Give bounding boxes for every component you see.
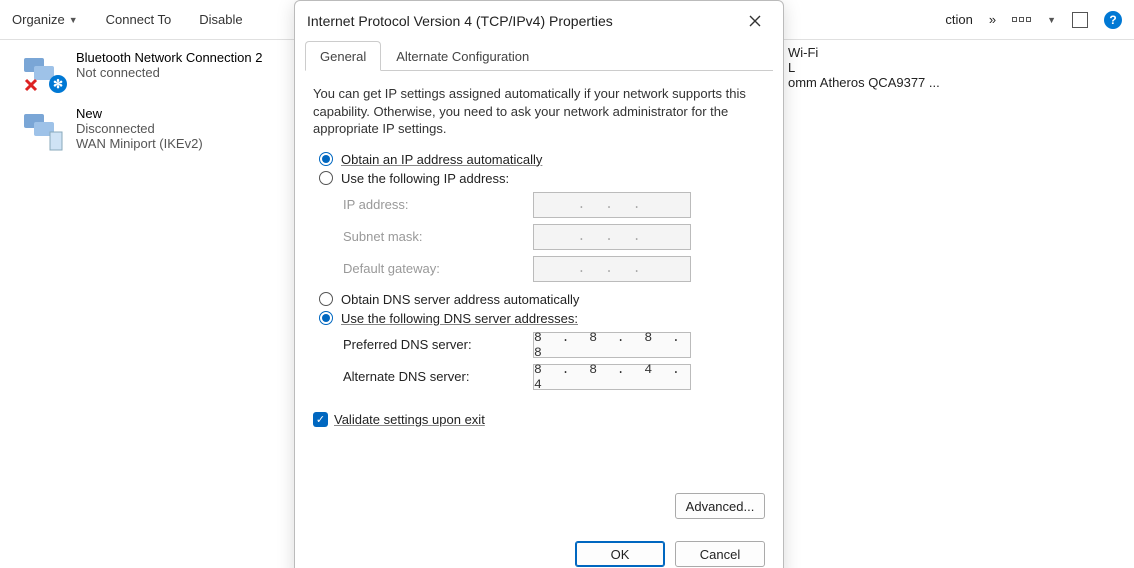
connection-name: New xyxy=(76,106,203,121)
close-button[interactable] xyxy=(739,5,771,37)
connection-device: omm Atheros QCA9377 ... xyxy=(788,75,968,90)
list-item[interactable]: Wi-Fi L omm Atheros QCA9377 ... xyxy=(788,45,968,90)
vpn-network-icon xyxy=(20,106,68,154)
tab-general[interactable]: General xyxy=(305,41,381,71)
radio-ip-manual[interactable]: Use the following IP address: xyxy=(319,171,759,186)
dialog-title: Internet Protocol Version 4 (TCP/IPv4) P… xyxy=(307,13,613,29)
connect-to-button[interactable]: Connect To xyxy=(106,12,172,27)
radio-icon xyxy=(319,311,333,325)
svg-text:✻: ✻ xyxy=(53,77,63,91)
validate-checkbox-row[interactable]: ✓ Validate settings upon exit xyxy=(313,412,765,427)
connection-name: Bluetooth Network Connection 2 xyxy=(76,50,262,65)
validate-label: Validate settings upon exit xyxy=(334,412,485,427)
organize-menu[interactable]: Organize▼ xyxy=(12,12,78,27)
cancel-button[interactable]: Cancel xyxy=(675,541,765,567)
preferred-dns-label: Preferred DNS server: xyxy=(343,337,533,352)
subnet-mask-label: Subnet mask: xyxy=(343,229,533,244)
truncated-menu[interactable]: ction xyxy=(945,12,972,27)
ok-button[interactable]: OK xyxy=(575,541,665,567)
default-gateway-label: Default gateway: xyxy=(343,261,533,276)
radio-ip-auto[interactable]: Obtain an IP address automatically xyxy=(319,152,759,167)
alternate-dns-input[interactable]: 8 . 8 . 4 . 4 xyxy=(533,364,691,390)
connection-device: WAN Miniport (IKEv2) xyxy=(76,136,203,151)
more-chevron[interactable]: » xyxy=(989,12,996,27)
connection-name: Wi-Fi xyxy=(788,45,968,60)
alternate-dns-label: Alternate DNS server: xyxy=(343,369,533,384)
checkbox-checked-icon: ✓ xyxy=(313,412,328,427)
bluetooth-network-icon: ✻ xyxy=(20,50,68,98)
radio-dns-auto[interactable]: Obtain DNS server address automatically xyxy=(319,292,759,307)
connection-status: L xyxy=(788,60,968,75)
radio-icon xyxy=(319,171,333,185)
tab-strip: General Alternate Configuration xyxy=(305,41,773,71)
intro-text: You can get IP settings assigned automat… xyxy=(313,85,765,138)
default-gateway-input: . . . xyxy=(533,256,691,282)
radio-label: Use the following IP address: xyxy=(341,171,509,186)
radio-icon xyxy=(319,292,333,306)
disable-button[interactable]: Disable xyxy=(199,12,242,27)
advanced-button[interactable]: Advanced... xyxy=(675,493,765,519)
preferred-dns-input[interactable]: 8 . 8 . 8 . 8 xyxy=(533,332,691,358)
radio-dns-manual[interactable]: Use the following DNS server addresses: xyxy=(319,311,759,326)
list-item[interactable]: ✻ Bluetooth Network Connection 2 Not con… xyxy=(20,50,280,98)
tab-alternate-configuration[interactable]: Alternate Configuration xyxy=(381,41,544,71)
ip-address-label: IP address: xyxy=(343,197,533,212)
preview-pane-icon[interactable] xyxy=(1072,12,1088,28)
radio-label: Obtain DNS server address automatically xyxy=(341,292,579,307)
list-item[interactable]: New Disconnected WAN Miniport (IKEv2) xyxy=(20,106,280,154)
radio-label: Obtain an IP address automatically xyxy=(341,152,542,167)
ipv4-properties-dialog: Internet Protocol Version 4 (TCP/IPv4) P… xyxy=(294,0,784,568)
chevron-down-icon: ▼ xyxy=(1047,15,1056,25)
radio-label: Use the following DNS server addresses: xyxy=(341,311,578,326)
chevron-down-icon: ▼ xyxy=(69,15,78,25)
view-options-icon[interactable] xyxy=(1012,17,1031,22)
connections-list: ✻ Bluetooth Network Connection 2 Not con… xyxy=(20,50,280,154)
close-icon xyxy=(749,15,761,27)
radio-icon xyxy=(319,152,333,166)
connection-status: Disconnected xyxy=(76,121,203,136)
connection-status: Not connected xyxy=(76,65,262,80)
subnet-mask-input: . . . xyxy=(533,224,691,250)
ip-address-input: . . . xyxy=(533,192,691,218)
help-icon[interactable]: ? xyxy=(1104,11,1122,29)
